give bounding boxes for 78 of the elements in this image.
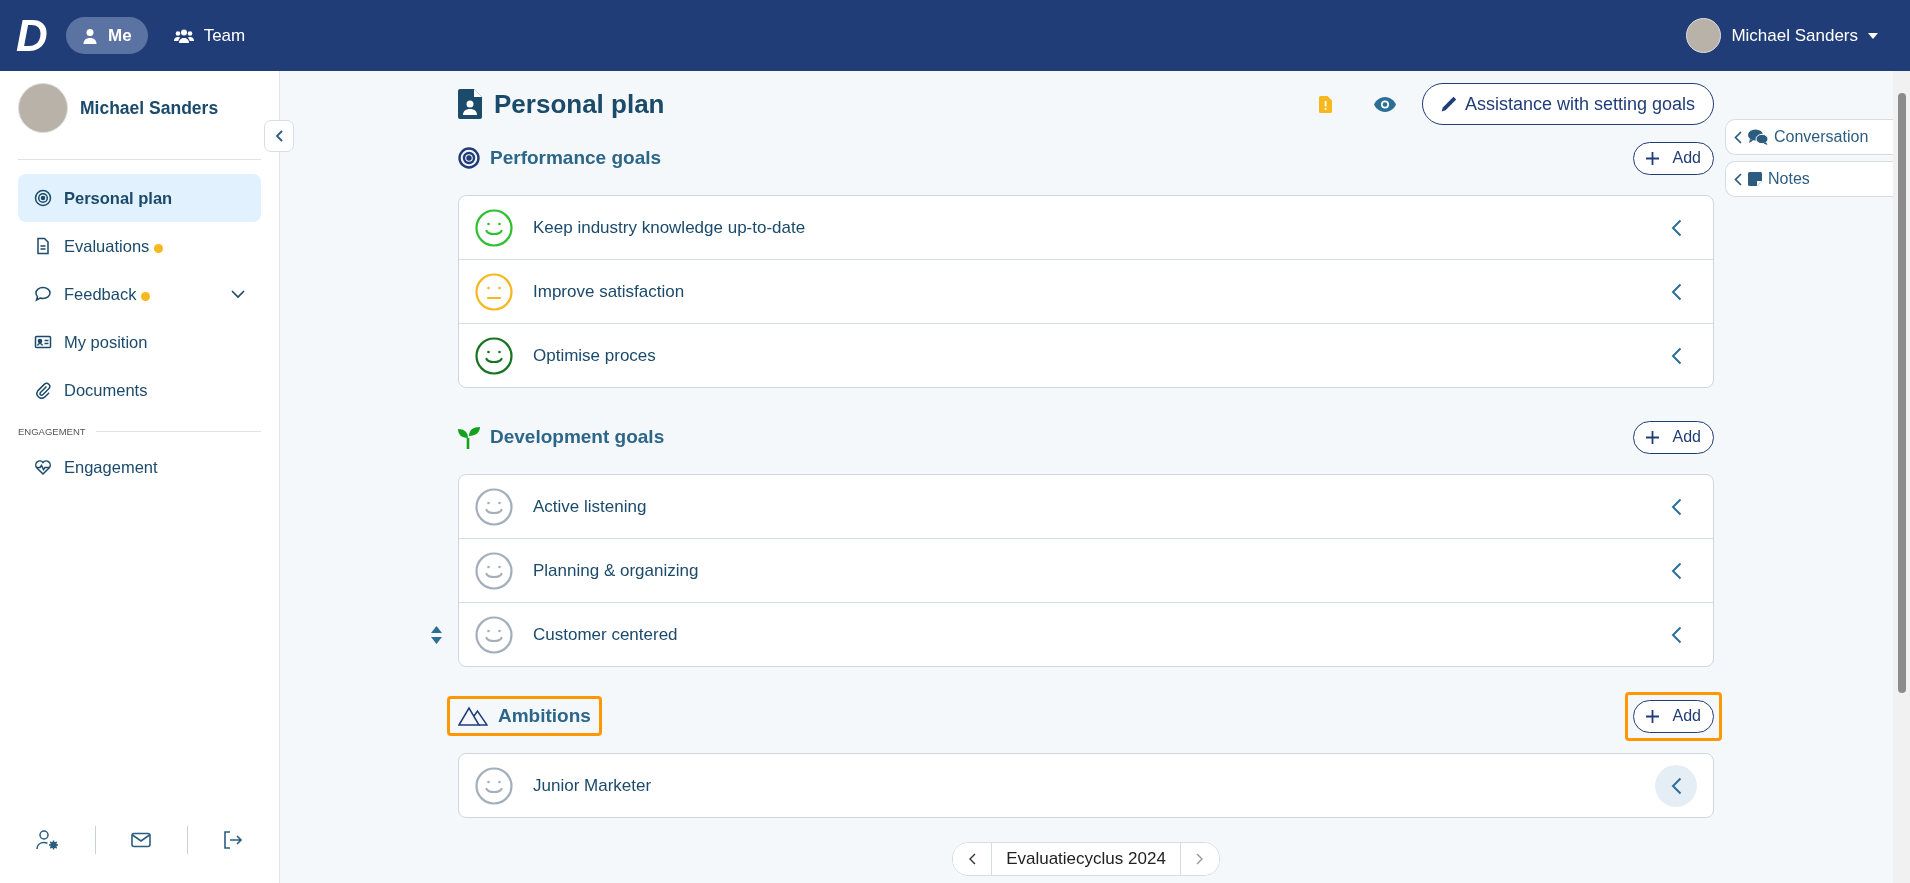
goal-title: Planning & organizing [533,560,699,581]
expand-button[interactable] [1655,764,1697,807]
mountains-icon [458,706,488,726]
chevron-left-icon [275,130,283,142]
page-title: Personal plan [494,88,665,120]
chevron-left-icon [968,853,976,865]
id-card-icon [34,333,52,351]
assistance-button[interactable]: Assistance with setting goals [1421,83,1714,125]
user-name: Michael Sanders [80,97,219,119]
person-document-icon [458,89,482,119]
nav-item[interactable]: My position [18,318,261,366]
plus-icon [1645,151,1659,165]
goal-title: Junior Marketer [533,775,652,796]
goal-title: Improve satisfaction [533,281,685,302]
side-panel-tab[interactable]: Notes [1725,161,1893,197]
goal-row[interactable]: Active listening [459,475,1713,538]
section-heading: Performance goals [447,138,673,178]
person-icon [82,27,98,44]
logo[interactable]: D [16,13,56,58]
chevron-left-icon [1670,561,1682,580]
add-button[interactable]: Add [1632,420,1714,454]
document-icon [34,237,52,255]
chevron-left-icon [1670,282,1682,301]
eye-icon[interactable] [1373,96,1396,112]
mail-icon[interactable] [131,832,152,848]
section-heading: Development goals [447,416,676,458]
user-menu[interactable]: Michael Sanders [1680,17,1884,54]
sprout-icon [458,425,480,449]
section-label: ENGAGEMENT [18,426,86,437]
side-panel-tab[interactable]: Conversation [1725,119,1893,155]
chevron-left-icon [1670,497,1682,516]
nav-item[interactable]: Personal plan [18,174,261,222]
logout-icon[interactable] [223,831,244,849]
plus-icon [1645,709,1659,723]
user-settings-icon[interactable] [35,829,60,851]
target-icon [458,147,480,169]
paperclip-icon [34,381,52,399]
nav-tab[interactable]: Me [66,17,148,54]
goal-title: Keep industry knowledge up-to-date [533,217,806,238]
chat-bubbles-icon [1748,129,1768,145]
target-icon [34,189,52,207]
note-icon [1748,172,1762,186]
chevron-left-icon [1670,346,1682,365]
goal-row[interactable]: Keep industry knowledge up-to-date [459,196,1713,259]
people-icon [173,27,194,44]
pencil-icon [1440,96,1457,112]
goal-row[interactable]: Planning & organizing [459,538,1713,602]
add-button[interactable]: Add [1632,141,1714,175]
speech-bubble-icon [34,285,52,303]
goal-title: Customer centered [533,624,678,645]
goal-row[interactable]: Junior Marketer [459,754,1713,817]
avatar [1686,18,1722,53]
avatar [18,83,68,133]
plus-icon [1645,430,1659,444]
add-button[interactable]: Add [1632,699,1714,733]
cycle-label: Evaluatiecyclus 2024 [991,843,1181,875]
sort-handle-icon[interactable] [431,626,442,644]
chevron-left-icon [1734,172,1742,186]
goal-title: Active listening [533,496,647,517]
goal-row[interactable]: Optimise proces [459,323,1713,387]
nav-item[interactable]: Engagement [18,443,261,491]
nav-item[interactable]: Feedback [18,270,261,318]
chevron-left-icon [1670,776,1682,795]
chevron-left-icon [1734,130,1742,144]
goal-row[interactable]: Customer centered [459,602,1713,666]
chevron-left-icon [1670,218,1682,237]
nav-item[interactable]: Evaluations [18,222,261,270]
nav-item[interactable]: Documents [18,366,261,414]
scrollbar[interactable] [1893,71,1910,883]
chevron-left-icon [1670,625,1682,644]
nav-tab[interactable]: Team [157,17,262,54]
heart-icon [34,458,52,476]
goal-title: Optimise proces [533,345,656,366]
collapse-button[interactable] [264,120,294,152]
goal-row[interactable]: Improve satisfaction [459,259,1713,323]
section-heading: Ambitions [447,696,602,736]
chevron-right-icon [1196,853,1204,865]
caret-icon [1868,32,1878,39]
